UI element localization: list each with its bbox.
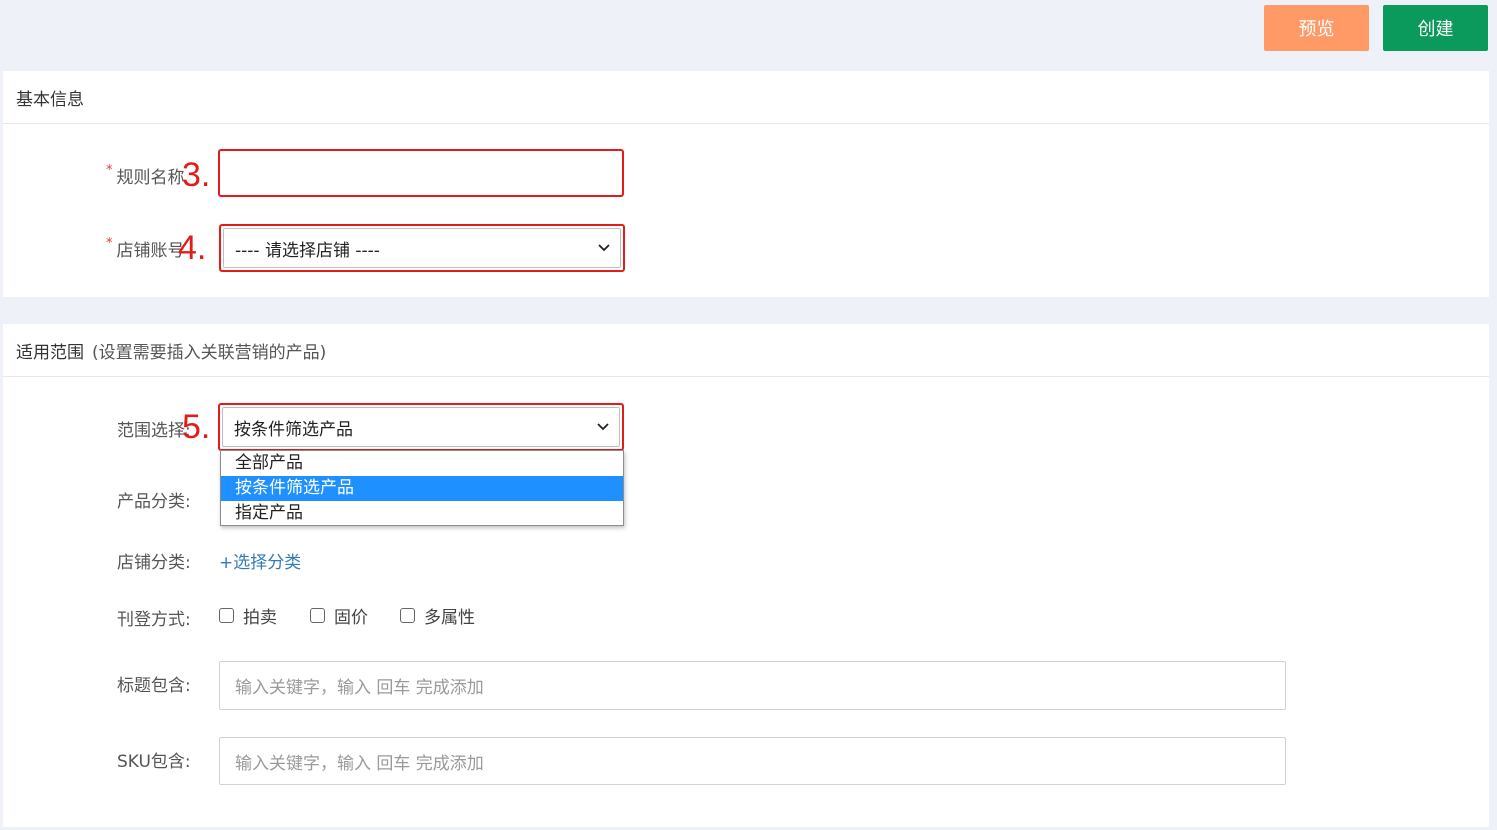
title-contains-input[interactable]: 输入关键字，输入 回车 完成添加 [219,661,1286,710]
rule-name-input[interactable] [218,149,624,197]
basic-info-header: 基本信息 [3,71,1489,124]
checkbox-box[interactable] [400,608,415,623]
range-option-all[interactable]: 全部产品 [221,451,623,476]
rule-name-label: * 规则名称 [106,163,185,188]
annotation-4: 4. [178,229,207,267]
range-select-dropdown: 全部产品 按条件筛选产品 指定产品 [220,450,624,526]
title-contains-label: 标题包含: [117,676,191,696]
range-select[interactable]: 按条件筛选产品 [218,403,624,451]
range-select-label: 范围选择: [117,421,191,441]
scope-header: 适用范围 (设置需要插入关联营销的产品) [3,324,1489,377]
sku-contains-label: SKU包含: [117,752,191,772]
annotation-3: 3. [182,156,211,194]
basic-info-title: 基本信息 [16,89,84,110]
store-category-label: 店铺分类: [117,553,191,573]
chevron-down-icon [597,423,609,431]
listing-auction-checkbox[interactable]: 拍卖 [219,603,277,628]
scope-hint: (设置需要插入关联营销的产品) [92,342,327,363]
range-select-value: 按条件筛选产品 [222,407,620,447]
rule-name-value [222,153,620,193]
listing-fixed-price-checkbox[interactable]: 固价 [310,603,368,628]
checkbox-box[interactable] [310,608,325,623]
create-button[interactable]: 创建 [1383,5,1488,51]
scope-title: 适用范围 [16,342,84,363]
sku-contains-input[interactable]: 输入关键字，输入 回车 完成添加 [219,737,1286,785]
range-option-filter[interactable]: 按条件筛选产品 [221,476,623,501]
listing-type-label: 刊登方式: [117,610,191,630]
chevron-down-icon [598,244,610,252]
select-category-link[interactable]: +选择分类 [219,548,301,573]
range-option-specified[interactable]: 指定产品 [221,501,623,526]
store-account-select[interactable]: ---- 请选择店铺 ---- [219,224,625,272]
store-account-label: * 店铺账号 [106,236,185,261]
listing-multi-variation-checkbox[interactable]: 多属性 [400,603,475,628]
preview-button[interactable]: 预览 [1264,5,1369,51]
store-account-value: ---- 请选择店铺 ---- [223,228,621,268]
product-category-label: 产品分类: [117,492,191,512]
checkbox-box[interactable] [219,608,234,623]
annotation-5: 5. [182,408,211,446]
